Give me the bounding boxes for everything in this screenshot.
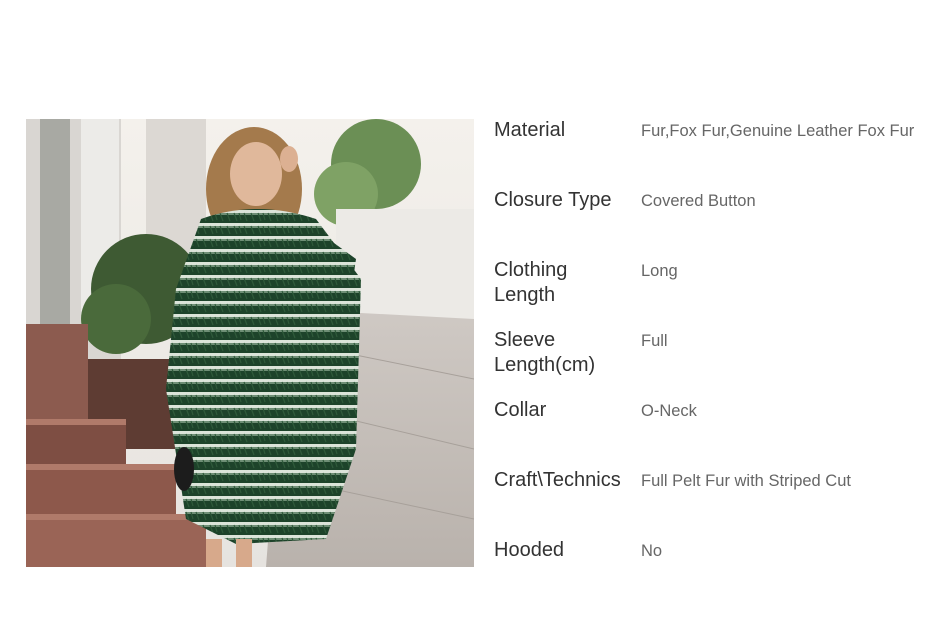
spec-value: Covered Button <box>641 192 756 210</box>
spec-value: Full Pelt Fur with Striped Cut <box>641 472 851 490</box>
spec-label: Clothing Length <box>494 259 568 306</box>
spec-list: Material Fur,Fox Fur,Genuine Leather Fox… <box>494 118 934 578</box>
spec-label: Material <box>494 119 566 141</box>
spec-value: Full <box>641 332 668 350</box>
spec-value: Long <box>641 262 678 280</box>
spec-label: Collar <box>494 399 547 421</box>
spec-label: Craft\Technics <box>494 469 621 491</box>
spec-value: No <box>641 542 663 560</box>
spec-label: Hooded <box>494 539 565 561</box>
spec-label: Sleeve Length(cm) <box>494 329 596 376</box>
spec-value: Fur,Fox Fur,Genuine Leather Fox Fur <box>641 122 915 140</box>
spec-value: O-Neck <box>641 402 697 420</box>
spec-label: Closure Type <box>494 189 612 211</box>
product-photo <box>26 119 474 567</box>
product-spec-page: Material Fur,Fox Fur,Genuine Leather Fox… <box>0 0 950 640</box>
